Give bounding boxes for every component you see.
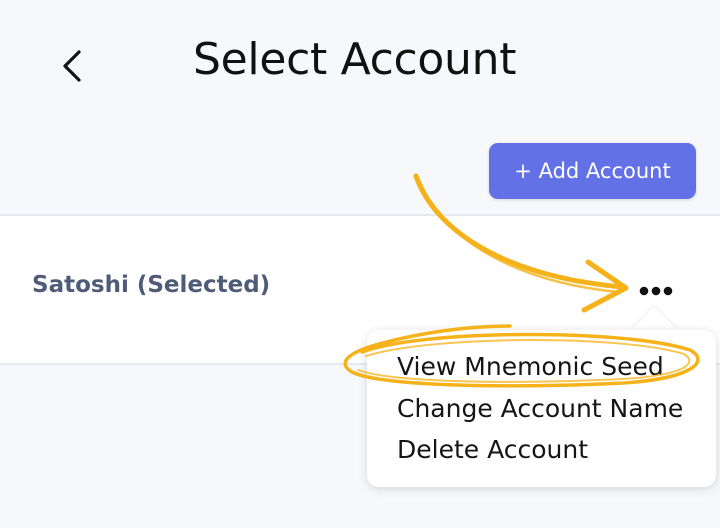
menu-arrow — [630, 307, 678, 331]
menu-item-delete-account[interactable]: Delete Account — [397, 437, 588, 462]
add-account-button[interactable]: + Add Account — [489, 143, 696, 199]
account-name: Satoshi (Selected) — [32, 272, 271, 298]
menu-item-change-account-name[interactable]: Change Account Name — [397, 396, 683, 421]
page-title: Select Account — [193, 34, 517, 85]
chevron-left-icon — [63, 50, 81, 82]
account-menu: View Mnemonic Seed Change Account Name D… — [367, 330, 716, 487]
more-horizontal-icon — [639, 286, 673, 296]
menu-item-view-mnemonic-seed[interactable]: View Mnemonic Seed — [397, 354, 664, 379]
header: Select Account — [0, 0, 720, 130]
account-more-button[interactable] — [634, 276, 678, 306]
back-button[interactable] — [52, 40, 92, 92]
